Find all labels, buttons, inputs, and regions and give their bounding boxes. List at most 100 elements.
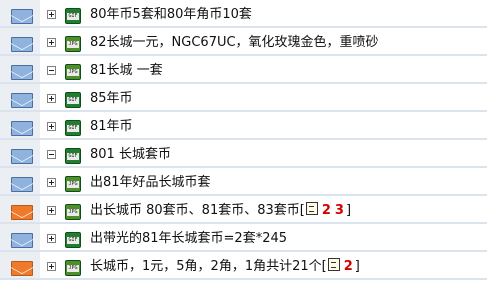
thread-row[interactable]: GIF 801 长城套币	[0, 140, 487, 168]
thread-main-cell: GIF 801 长城套币	[41, 140, 487, 166]
jpg-attachment-icon: JPG	[65, 36, 81, 52]
page-bracket-open: [	[321, 259, 327, 274]
thread-main-cell: JPG 长城币，1元，5角，2角，1角共计21个[2]	[41, 252, 487, 278]
mail-icon	[11, 149, 33, 164]
jpg-attachment-icon: JPG	[65, 176, 81, 192]
thread-main-cell: GIF 85年币	[41, 84, 487, 110]
page-links: [2 3]	[299, 202, 352, 218]
gif-attachment-icon: GIF	[65, 148, 81, 164]
new-mail-icon	[11, 205, 33, 220]
page-link[interactable]: 3	[335, 203, 344, 218]
thread-title-wrap: 长城币，1元，5角，2角，1角共计21个[2]	[90, 252, 360, 280]
mail-status-cell	[0, 168, 41, 194]
expand-icon[interactable]	[47, 234, 56, 243]
mail-status-cell	[0, 112, 41, 138]
gif-attachment-icon: GIF	[65, 92, 81, 108]
mail-icon	[11, 177, 33, 192]
thread-row[interactable]: GIF 80年币5套和80年角币10套	[0, 0, 487, 28]
expand-icon[interactable]	[47, 206, 56, 215]
thread-title-wrap: 85年币	[90, 84, 133, 112]
mail-status-cell	[0, 56, 41, 82]
expand-icon[interactable]	[47, 122, 56, 131]
mail-status-cell	[0, 252, 41, 278]
mail-icon	[11, 121, 33, 136]
mail-icon	[11, 37, 33, 52]
thread-row[interactable]: JPG 出长城币 80套币、81套币、83套币[2 3]	[0, 196, 487, 224]
thread-main-cell: GIF 80年币5套和80年角币10套	[41, 0, 487, 26]
multipage-icon	[327, 258, 340, 271]
mail-icon	[11, 9, 33, 24]
thread-main-cell: JPG 82长城一元，NGC67UC，氧化玫瑰金色，重喷砂	[41, 28, 487, 54]
thread-row[interactable]: JPG 82长城一元，NGC67UC，氧化玫瑰金色，重喷砂	[0, 28, 487, 56]
thread-title-wrap: 出带光的81年长城套币=2套*245	[90, 224, 287, 252]
gif-attachment-icon: GIF	[65, 232, 81, 248]
collapse-icon[interactable]	[47, 66, 56, 75]
file-type-label: JPG	[67, 265, 79, 272]
thread-row[interactable]: JPG 出81年好品长城币套	[0, 168, 487, 196]
jpg-attachment-icon: JPG	[65, 204, 81, 220]
thread-title-wrap: 80年币5套和80年角币10套	[90, 0, 252, 28]
file-type-label: GIF	[67, 153, 79, 160]
mail-icon	[11, 93, 33, 108]
mail-icon	[11, 65, 33, 80]
thread-title-wrap: 81长城 一套	[90, 56, 163, 84]
gif-attachment-icon: GIF	[65, 120, 81, 136]
thread-row[interactable]: JPG 81长城 一套	[0, 56, 487, 84]
thread-row[interactable]: GIF 出带光的81年长城套币=2套*245	[0, 224, 487, 252]
file-type-label: GIF	[67, 237, 79, 244]
new-mail-icon	[11, 261, 33, 276]
thread-list: GIF 80年币5套和80年角币10套 JPG 82长城一元，NGC67UC，氧化玫瑰…	[0, 0, 487, 307]
mail-status-cell	[0, 0, 41, 26]
gif-attachment-icon: GIF	[65, 8, 81, 24]
thread-main-cell: JPG 出长城币 80套币、81套币、83套币[2 3]	[41, 196, 487, 222]
thread-row[interactable]: JPG 长城币，1元，5角，2角，1角共计21个[2]	[0, 252, 487, 280]
page-bracket-close: ]	[354, 259, 360, 274]
thread-title-wrap: 82长城一元，NGC67UC，氧化玫瑰金色，重喷砂	[90, 28, 379, 56]
thread-title-link[interactable]: 82长城一元，NGC67UC，氧化玫瑰金色，重喷砂	[90, 35, 379, 50]
mail-status-cell	[0, 140, 41, 166]
thread-title-link[interactable]: 80年币5套和80年角币10套	[90, 7, 252, 22]
expand-icon[interactable]	[47, 262, 56, 271]
expand-icon[interactable]	[47, 38, 56, 47]
file-type-label: JPG	[67, 209, 79, 216]
file-type-label: GIF	[67, 13, 79, 20]
page-bracket-close: ]	[345, 203, 352, 218]
thread-row[interactable]: GIF 81年币	[0, 112, 487, 140]
file-type-label: JPG	[67, 41, 79, 48]
page-link[interactable]: 2	[322, 203, 331, 218]
jpg-attachment-icon: JPG	[65, 260, 81, 276]
thread-title-link[interactable]: 出81年好品长城币套	[90, 175, 211, 190]
thread-title-link[interactable]: 出带光的81年长城套币=2套*245	[90, 231, 287, 246]
thread-title-link[interactable]: 801 长城套币	[90, 147, 171, 162]
expand-icon[interactable]	[47, 94, 56, 103]
thread-title-link[interactable]: 出长城币 80套币、81套币、83套币	[90, 203, 300, 218]
file-type-label: JPG	[67, 181, 79, 188]
mail-status-cell	[0, 28, 41, 54]
mail-icon	[11, 233, 33, 248]
thread-row[interactable]: GIF 85年币	[0, 84, 487, 112]
expand-icon[interactable]	[47, 10, 56, 19]
page-bracket-open: [	[299, 203, 305, 218]
thread-title-wrap: 81年币	[90, 112, 133, 140]
thread-title-wrap: 出81年好品长城币套	[90, 168, 211, 196]
thread-title-wrap: 出长城币 80套币、81套币、83套币[2 3]	[90, 196, 351, 224]
jpg-attachment-icon: JPG	[65, 64, 81, 80]
thread-main-cell: JPG 出81年好品长城币套	[41, 168, 487, 194]
mail-status-cell	[0, 196, 41, 222]
file-type-label: GIF	[67, 97, 79, 104]
file-type-label: JPG	[67, 69, 79, 76]
thread-title-link[interactable]: 81长城 一套	[90, 63, 163, 78]
thread-title-link[interactable]: 85年币	[90, 91, 133, 106]
page-link[interactable]: 2	[344, 259, 353, 274]
collapse-icon[interactable]	[47, 150, 56, 159]
mail-status-cell	[0, 84, 41, 110]
thread-title-wrap: 801 长城套币	[90, 140, 171, 168]
file-type-label: GIF	[67, 125, 79, 132]
thread-main-cell: GIF 81年币	[41, 112, 487, 138]
thread-main-cell: GIF 出带光的81年长城套币=2套*245	[41, 224, 487, 250]
mail-status-cell	[0, 224, 41, 250]
expand-icon[interactable]	[47, 178, 56, 187]
page-links: [2]	[321, 258, 360, 274]
thread-title-link[interactable]: 长城币，1元，5角，2角，1角共计21个	[90, 259, 322, 274]
thread-title-link[interactable]: 81年币	[90, 119, 133, 134]
